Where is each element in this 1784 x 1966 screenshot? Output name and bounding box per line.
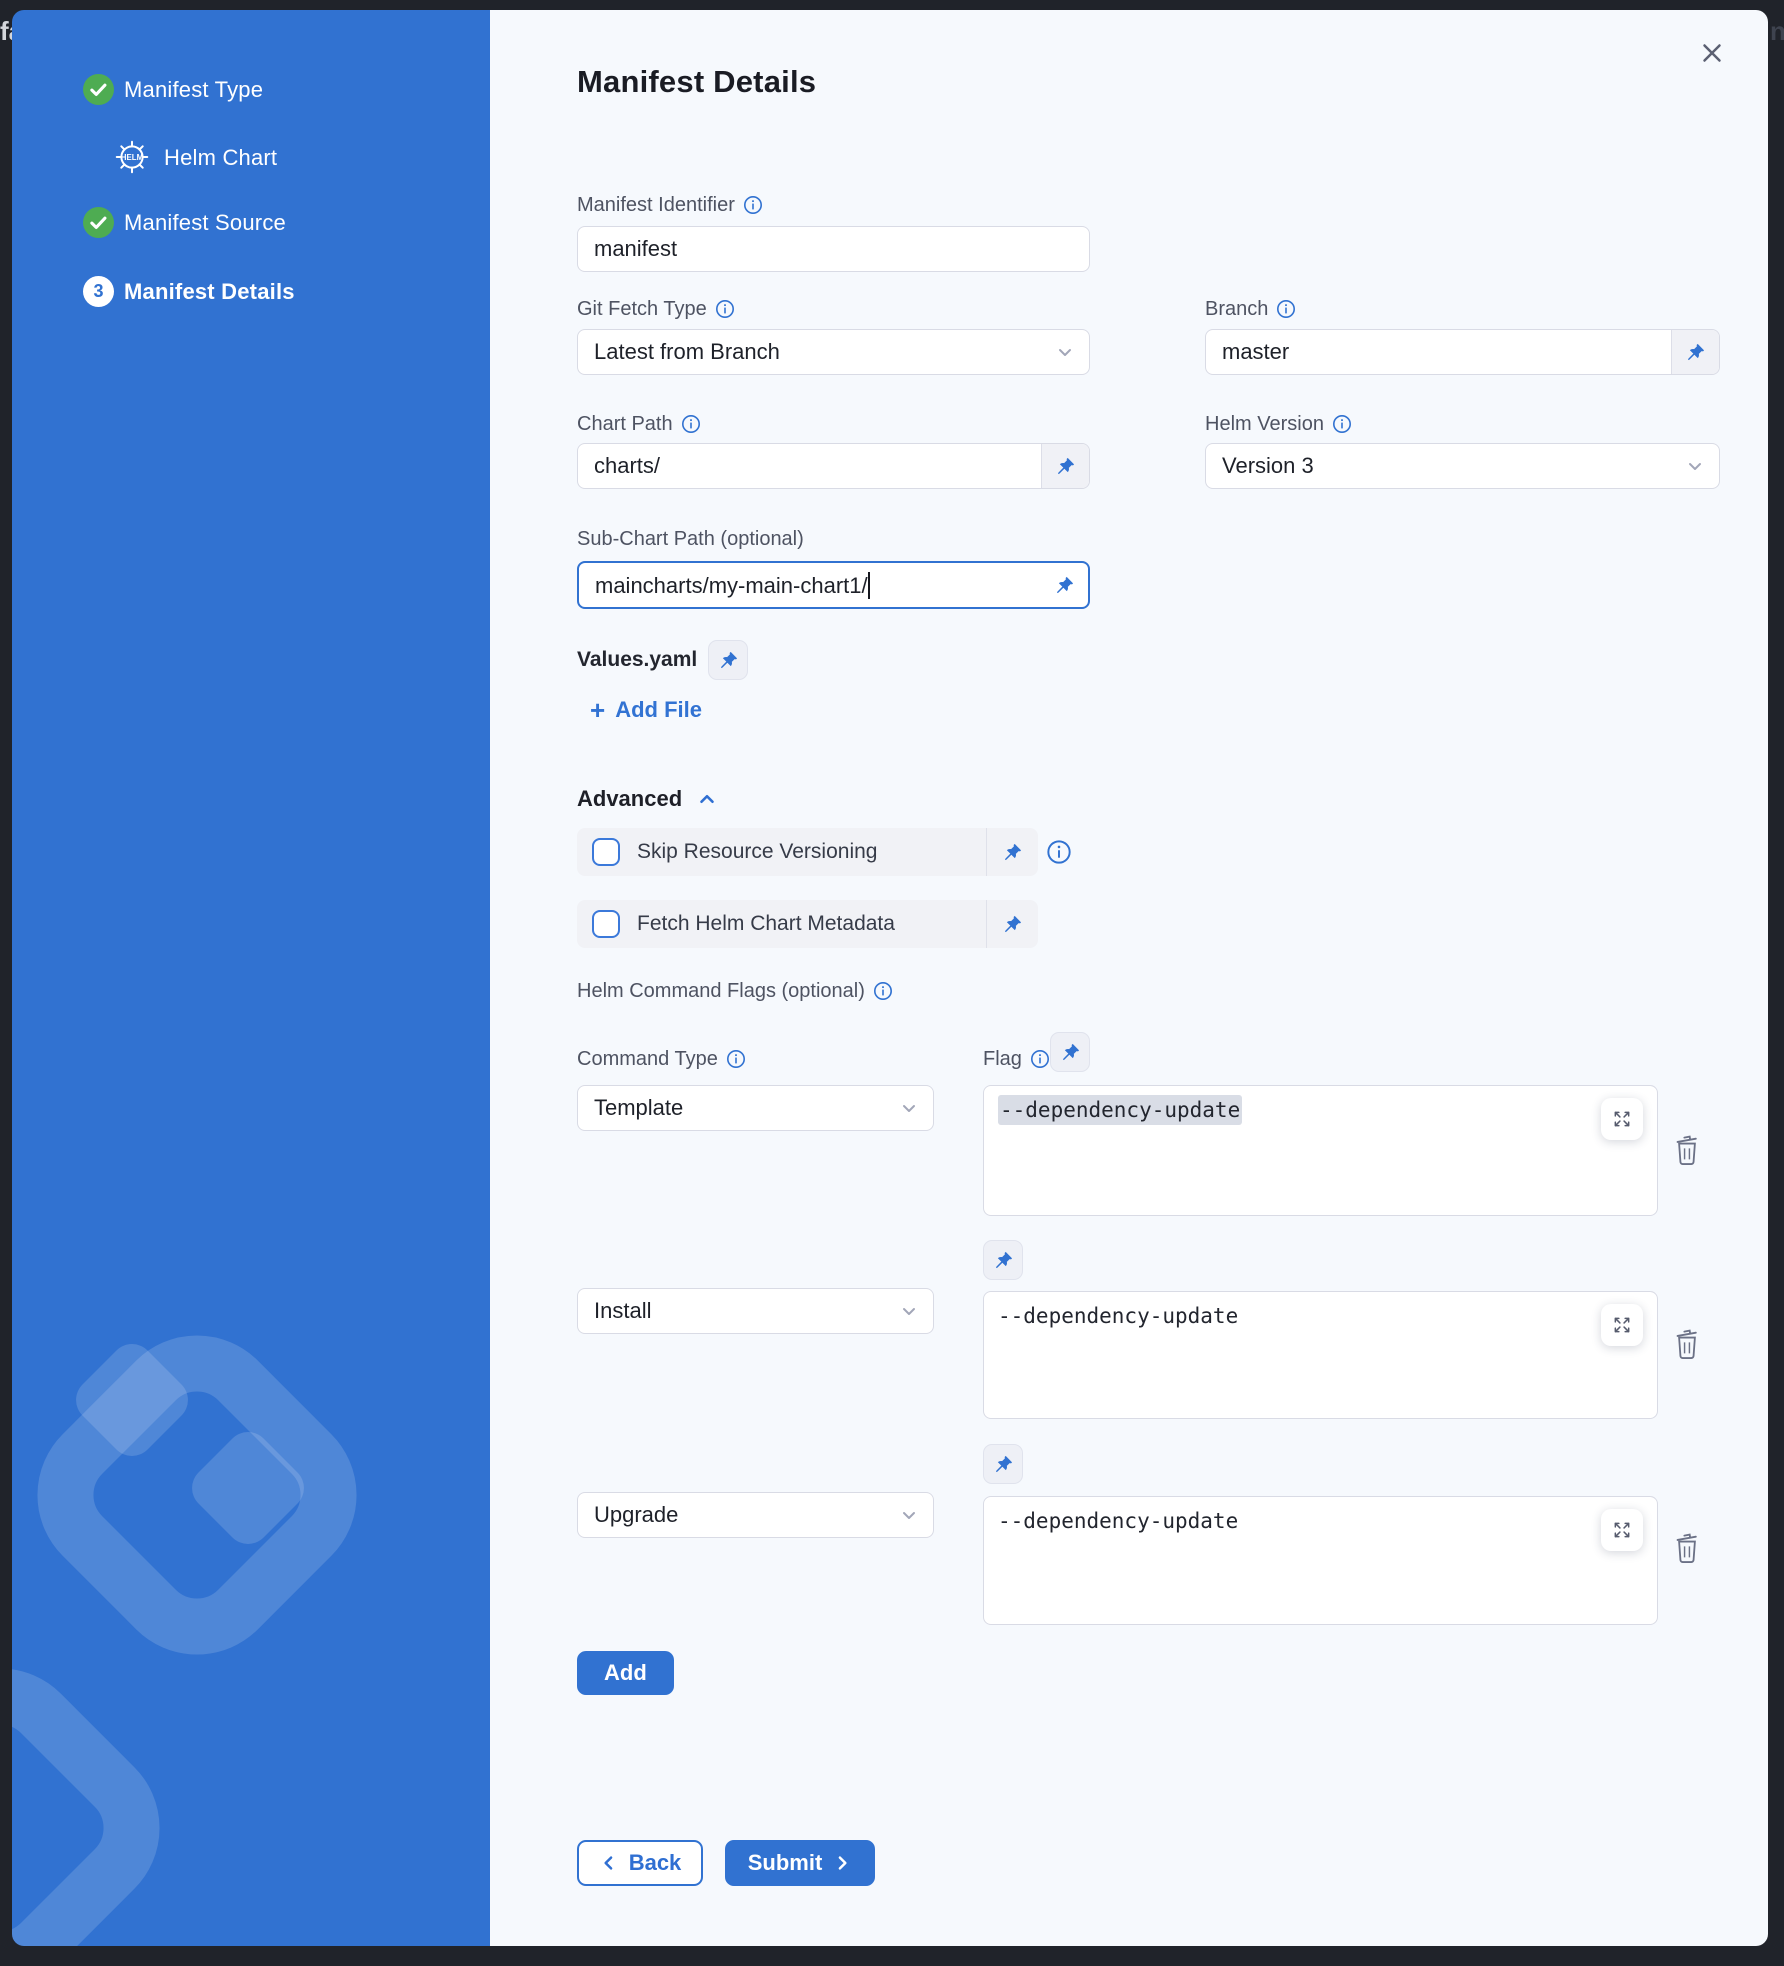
info-icon[interactable] <box>715 299 735 319</box>
sub-chart-path-value: maincharts/my-main-chart1/ <box>595 573 868 598</box>
helm-command-flags-label: Helm Command Flags (optional) <box>577 978 893 1004</box>
git-fetch-type-label: Git Fetch Type <box>577 296 735 322</box>
git-fetch-type-select[interactable]: Latest from Branch <box>577 329 1090 375</box>
sub-chart-path-label: Sub-Chart Path (optional) <box>577 526 804 552</box>
chevron-down-icon <box>899 1505 919 1525</box>
values-file-label: Values.yaml <box>577 640 697 680</box>
info-icon[interactable] <box>1046 839 1072 865</box>
page-title: Manifest Details <box>577 64 816 100</box>
branch-label: Branch <box>1205 296 1296 322</box>
wizard-sidebar: Manifest Type HELM Helm Chart Manifest S… <box>12 10 490 1946</box>
add-flag-button[interactable]: Add <box>577 1651 674 1695</box>
expand-icon[interactable] <box>1601 1509 1643 1551</box>
delete-icon[interactable] <box>1672 1132 1702 1166</box>
delete-icon[interactable] <box>1672 1530 1702 1564</box>
checkbox-label: Fetch Helm Chart Metadata <box>637 912 986 936</box>
manifest-wizard-dialog: Manifest Type HELM Helm Chart Manifest S… <box>12 10 1768 1946</box>
chart-path-input[interactable] <box>578 444 1041 488</box>
flag-label: Flag <box>983 1046 1050 1072</box>
branch-input[interactable] <box>1206 330 1671 374</box>
fetch-helm-chart-metadata-checkbox[interactable] <box>592 910 620 938</box>
pin-icon[interactable] <box>986 828 1038 876</box>
flag-value: --dependency-update <box>998 1509 1238 1533</box>
sidebar-step-manifest-source[interactable]: Manifest Source <box>124 207 286 238</box>
fetch-helm-chart-metadata-row: Fetch Helm Chart Metadata <box>577 900 1038 948</box>
advanced-toggle[interactable]: Advanced <box>577 786 718 812</box>
step-number-badge: 3 <box>83 276 114 307</box>
manifest-identifier-field <box>577 226 1090 272</box>
info-icon[interactable] <box>726 1049 746 1069</box>
flag-value: --dependency-update <box>998 1304 1238 1328</box>
submit-button[interactable]: Submit <box>725 1840 875 1886</box>
pin-icon[interactable] <box>708 640 748 680</box>
pin-icon[interactable] <box>1050 1032 1090 1072</box>
chart-path-label: Chart Path <box>577 411 701 437</box>
info-icon[interactable] <box>1332 414 1352 434</box>
chevron-down-icon <box>1055 342 1075 362</box>
back-button[interactable]: Back <box>577 1840 703 1886</box>
pin-icon[interactable] <box>1040 575 1088 596</box>
chevron-right-icon <box>832 1853 852 1873</box>
sidebar-step-manifest-details[interactable]: Manifest Details <box>124 276 295 307</box>
helm-version-select[interactable]: Version 3 <box>1205 443 1720 489</box>
flag-textarea[interactable]: --dependency-update <box>983 1291 1658 1419</box>
pin-icon[interactable] <box>983 1444 1023 1484</box>
delete-icon[interactable] <box>1672 1326 1702 1360</box>
flag-value: --dependency-update <box>998 1095 1242 1125</box>
branch-field <box>1205 329 1720 375</box>
backdrop-text-fragment: fa <box>0 16 12 47</box>
pin-icon[interactable] <box>983 1240 1023 1280</box>
info-icon[interactable] <box>743 195 763 215</box>
flag-textarea[interactable]: --dependency-update <box>983 1085 1658 1216</box>
flag-textarea[interactable]: --dependency-update <box>983 1496 1658 1625</box>
info-icon[interactable] <box>1030 1049 1050 1069</box>
helm-wheel-icon: HELM <box>111 136 153 183</box>
close-icon[interactable] <box>1694 36 1730 72</box>
manifest-identifier-input[interactable] <box>578 227 1089 271</box>
skip-resource-versioning-row: Skip Resource Versioning <box>577 828 1038 876</box>
info-icon[interactable] <box>873 981 893 1001</box>
plus-icon: + <box>590 699 605 721</box>
chevron-down-icon <box>899 1098 919 1118</box>
backdrop-text-fragment: ne <box>1770 16 1784 47</box>
step-complete-icon <box>83 207 114 238</box>
chevron-left-icon <box>599 1853 619 1873</box>
info-icon[interactable] <box>1276 299 1296 319</box>
chevron-down-icon <box>1685 456 1705 476</box>
command-type-select-upgrade[interactable]: Upgrade <box>577 1492 934 1538</box>
text-caret <box>868 572 870 599</box>
pin-icon[interactable] <box>1041 444 1089 488</box>
expand-icon[interactable] <box>1601 1304 1643 1346</box>
pin-icon[interactable] <box>1671 330 1719 374</box>
add-file-button[interactable]: + Add File <box>590 697 702 723</box>
sidebar-step-helm-chart[interactable]: Helm Chart <box>164 142 277 173</box>
chart-path-field <box>577 443 1090 489</box>
info-icon[interactable] <box>681 414 701 434</box>
chevron-up-icon <box>696 788 718 810</box>
sub-chart-path-field[interactable]: maincharts/my-main-chart1/ <box>577 561 1090 609</box>
manifest-identifier-label: Manifest Identifier <box>577 192 763 218</box>
expand-icon[interactable] <box>1601 1098 1643 1140</box>
pin-icon[interactable] <box>986 900 1038 948</box>
manifest-details-panel: Manifest Details Manifest Identifier Git… <box>490 10 1768 1946</box>
helm-version-label: Helm Version <box>1205 411 1352 437</box>
step-complete-icon <box>83 74 114 105</box>
svg-text:HELM: HELM <box>121 153 144 162</box>
sidebar-step-manifest-type[interactable]: Manifest Type <box>124 74 263 105</box>
command-type-select-template[interactable]: Template <box>577 1085 934 1131</box>
skip-resource-versioning-checkbox[interactable] <box>592 838 620 866</box>
checkbox-label: Skip Resource Versioning <box>637 840 986 864</box>
harness-logo-watermark <box>12 1633 195 1946</box>
command-type-select-install[interactable]: Install <box>577 1288 934 1334</box>
command-type-label: Command Type <box>577 1046 746 1072</box>
chevron-down-icon <box>899 1301 919 1321</box>
